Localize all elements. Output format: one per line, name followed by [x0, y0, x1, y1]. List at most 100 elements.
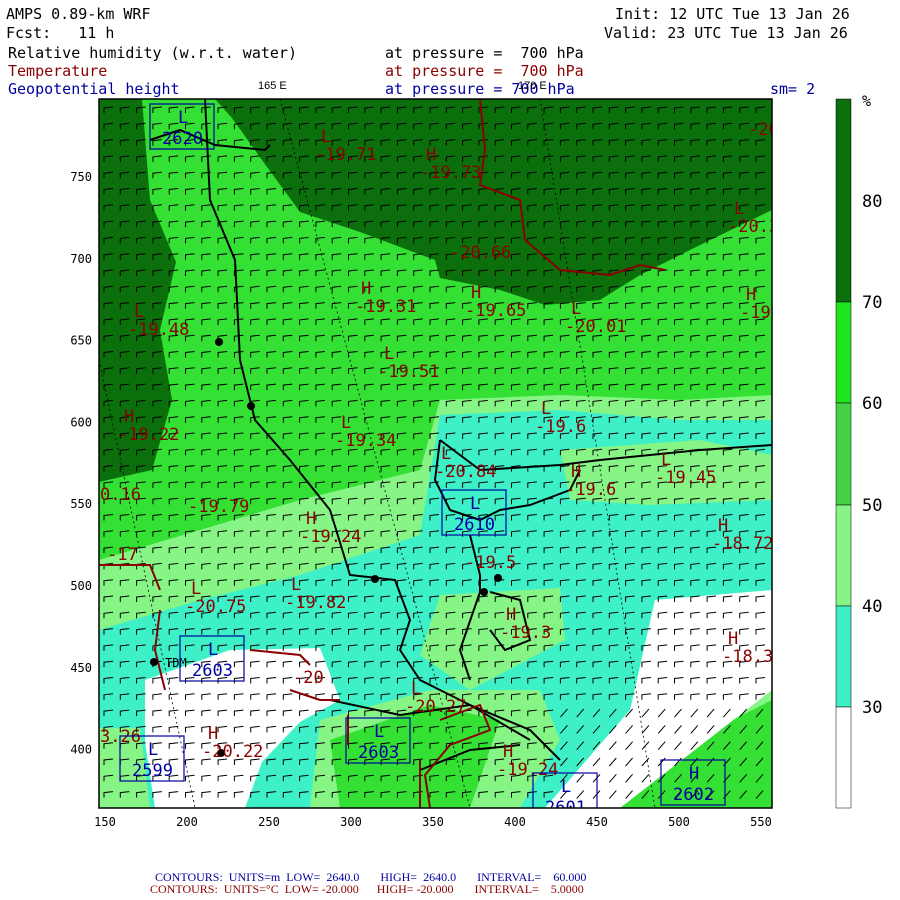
temp-extremum-marker: H	[124, 407, 134, 427]
temp-value-label: -20.01	[565, 317, 626, 337]
x-tick-label: 350	[422, 815, 444, 829]
x-tick-label: 450	[586, 815, 608, 829]
map-canvas: TDM L-19.71 H-19.73-20.1L-20.3-20.66H-19.…	[70, 92, 882, 829]
y-tick-label: 600	[70, 415, 92, 429]
height-value-label: 2620	[162, 129, 203, 149]
colorbar-label: 50	[862, 496, 882, 516]
y-tick-label: 700	[70, 252, 92, 266]
temp-value-label: -19.45	[655, 468, 716, 488]
temp-extremum-marker: H	[306, 509, 316, 529]
temp-extremum-marker: L	[341, 413, 351, 433]
temp-extremum-marker: L	[191, 579, 201, 599]
temp-extremum-marker: H	[361, 279, 371, 299]
temp-value-label: -19.31	[355, 297, 416, 317]
height-extremum-marker: L	[148, 740, 158, 760]
temp-value-label: -20.66	[450, 243, 511, 263]
temp-extremum-marker: H	[503, 742, 513, 762]
y-tick-label: 750	[70, 170, 92, 184]
temp-extremum-marker: L	[441, 444, 451, 464]
temp-value-label: -20.27	[405, 697, 466, 717]
temp-value-label: 0.16	[100, 485, 141, 505]
x-tick-label: 300	[340, 815, 362, 829]
temp-value-label: -19.51	[378, 362, 439, 382]
y-tick-label: 400	[70, 743, 92, 757]
height-extremum-marker: L	[178, 108, 188, 128]
x-tick-label: 150	[94, 815, 116, 829]
height-extremum-marker: L	[374, 722, 384, 742]
height-value-label: 2610	[454, 515, 495, 535]
temp-extremum-marker: H	[426, 145, 436, 165]
temp-extremum-marker: L	[541, 399, 551, 419]
x-tick-label: 200	[176, 815, 198, 829]
temp-value-label: -19.65	[465, 301, 526, 321]
temp-extremum-marker: L	[134, 302, 144, 322]
x-tick-label: 550	[750, 815, 772, 829]
colorbar-label: 30	[862, 698, 882, 718]
colorbar-unit: %	[862, 92, 871, 110]
height-value-label: 2603	[358, 743, 399, 763]
temp-value-label: -19.34	[335, 431, 396, 451]
colorbar-swatch	[835, 706, 852, 809]
temp-value-label: -19.24	[497, 760, 558, 780]
y-tick-label: 500	[70, 579, 92, 593]
colorbar-label: 70	[862, 293, 882, 313]
temp-value-label: -20.1	[748, 120, 799, 140]
colorbar-swatch	[835, 605, 852, 708]
temp-extremum-marker: L	[411, 679, 421, 699]
temp-value-label: -19	[740, 303, 771, 323]
temp-value-label: -17	[107, 545, 138, 565]
temp-extremum-marker: L	[571, 299, 581, 319]
height-value-label: 2599	[132, 761, 173, 781]
temp-value-label: -19.79	[188, 497, 249, 517]
height-extremum-marker: L	[561, 777, 571, 797]
humidity-field: TDM L-19.71 H-19.73-20.1L-20.3-20.66H-19.…	[99, 99, 799, 808]
temp-extremum-marker: H	[718, 516, 728, 536]
temp-value-label: -19.6	[565, 480, 616, 500]
temp-value-label: -19.3	[500, 623, 551, 643]
temp-value-label: -19.82	[285, 593, 346, 613]
temp-extremum-marker: H	[728, 629, 738, 649]
temp-value-label: -20	[293, 668, 324, 688]
temp-extremum-marker: H	[746, 285, 756, 305]
temp-extremum-marker: H	[471, 283, 481, 303]
height-value-label: 2602	[673, 785, 714, 805]
temp-extremum-marker: L	[291, 575, 301, 595]
temp-value-label: -19.71	[315, 145, 376, 165]
temp-value-label: -19.48	[128, 320, 189, 340]
temp-value-label: -20.22	[202, 742, 263, 762]
colorbar-label: 80	[862, 192, 882, 212]
colorbar: % 80 70 60 50 40 30	[835, 92, 882, 809]
y-tick-label: 650	[70, 334, 92, 348]
height-value-label: 2603	[192, 661, 233, 681]
colorbar-label: 40	[862, 597, 882, 617]
colorbar-swatch	[835, 98, 852, 303]
temp-extremum-marker: H	[208, 724, 218, 744]
temp-value-label: -19.6	[535, 417, 586, 437]
temp-value-label: -18.3	[722, 647, 773, 667]
station-label: TDM	[165, 656, 187, 670]
temp-value-label: -19.73	[420, 163, 481, 183]
y-tick-label: 550	[70, 497, 92, 511]
temp-value-label: -19.24	[300, 527, 361, 547]
temp-extremum-marker: L	[384, 344, 394, 364]
colorbar-swatch	[835, 504, 852, 607]
temp-value-label: -20.75	[185, 597, 246, 617]
temp-value-label: -20.84	[435, 462, 496, 482]
height-extremum-marker: L	[470, 494, 480, 514]
temp-value-label: -18.72	[712, 534, 773, 554]
temp-extremum-marker: H	[506, 605, 516, 625]
x-tick-label: 400	[504, 815, 526, 829]
y-tick-label: 450	[70, 661, 92, 675]
x-tick-label: 500	[668, 815, 690, 829]
colorbar-label: 60	[862, 394, 882, 414]
temp-extremum-marker: L	[321, 127, 331, 147]
height-extremum-marker: L	[208, 640, 218, 660]
x-tick-label: 250	[258, 815, 280, 829]
height-extremum-marker: H	[689, 764, 699, 784]
footer-temp-contours: CONTOURS: UNITS=°C LOW= -20.000 HIGH= -2…	[150, 882, 584, 896]
temp-value-label: -19.5	[465, 553, 516, 573]
temp-extremum-marker: H	[571, 462, 581, 482]
colorbar-swatch	[835, 301, 852, 404]
temp-extremum-marker: L	[661, 450, 671, 470]
colorbar-swatch	[835, 402, 852, 506]
